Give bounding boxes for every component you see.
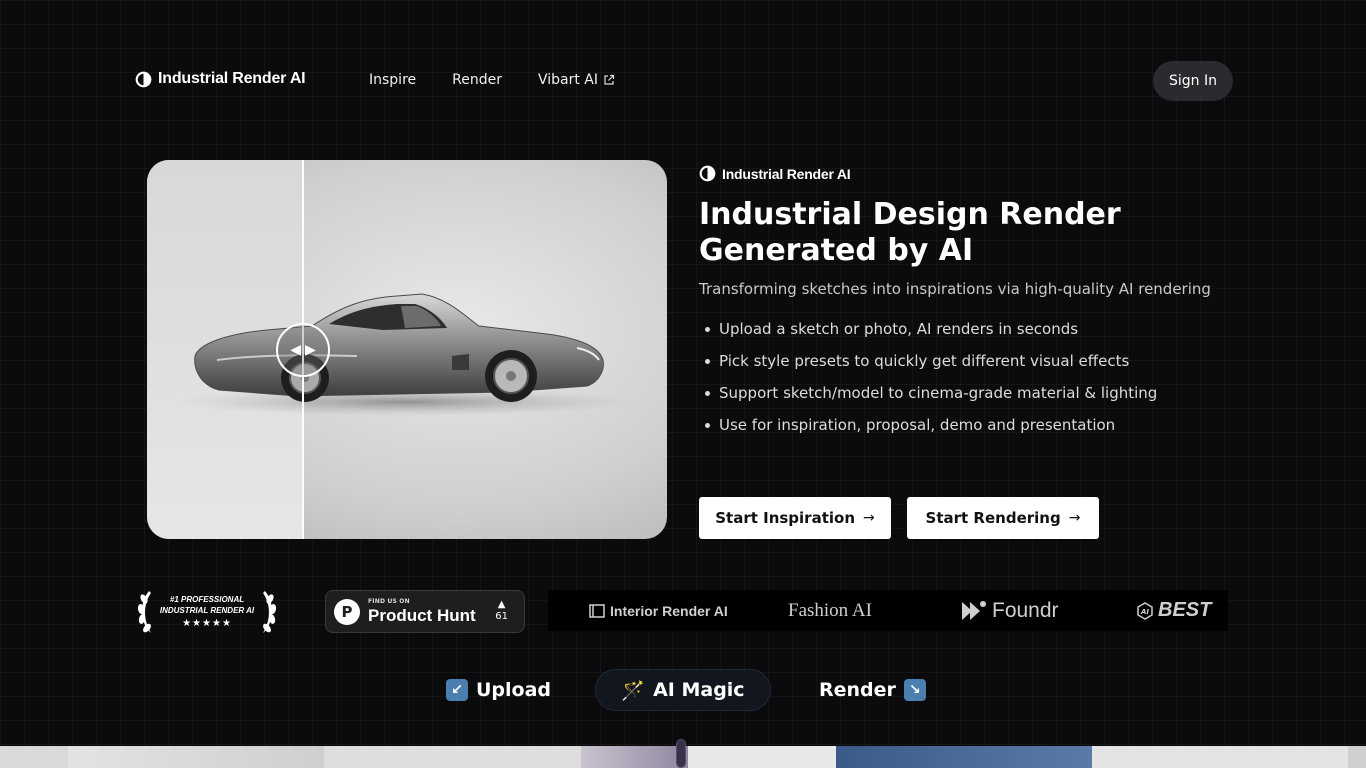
gallery-thumb[interactable] [324, 746, 581, 768]
partner-logos: Interior Render AI Fashion AI Foundr AI … [548, 590, 1228, 631]
feature-item: Upload a sketch or photo, AI renders in … [704, 320, 1157, 352]
arrow-down-left-icon: ↙ [446, 679, 468, 701]
gallery-thumb[interactable] [1092, 746, 1348, 768]
arrow-down-right-icon: ↘ [903, 679, 926, 701]
laurel-right-icon [263, 591, 277, 633]
gallery-thumb[interactable] [1348, 746, 1366, 768]
foundr-logo[interactable]: Foundr [960, 599, 1059, 623]
gallery-thumb[interactable] [0, 746, 68, 768]
step-render[interactable]: Render ↘ [819, 669, 926, 711]
interior-logo-icon [589, 603, 605, 618]
best-logo-icon: AI [1137, 601, 1153, 620]
producthunt-name: Product Hunt [368, 606, 476, 625]
producthunt-logo-icon: P [334, 598, 360, 625]
step-upload[interactable]: ↙ Upload [446, 669, 551, 711]
external-link-icon [604, 74, 615, 85]
arrow-right-icon: → [863, 510, 875, 526]
foundr-logo-icon [962, 600, 986, 620]
start-rendering-button[interactable]: Start Rendering → [907, 497, 1099, 539]
svg-text:AI: AI [1140, 608, 1149, 616]
compare-handle[interactable]: ◀ ▶ [276, 323, 330, 377]
sign-in-button[interactable]: Sign In [1153, 61, 1233, 101]
step-upload-label: Upload [476, 679, 552, 701]
fashion-logo-text: Fashion AI [788, 599, 872, 621]
fashion-ai-logo[interactable]: Fashion AI [788, 600, 872, 622]
producthunt-badge[interactable]: P FIND US ON Product Hunt ▲ 61 [325, 590, 525, 633]
hero-brand-name: Industrial Render AI [722, 165, 851, 182]
hero-brand: Industrial Render AI [699, 165, 851, 182]
brand-mark-icon [699, 165, 716, 182]
hero-subtitle: Transforming sketches into inspirations … [699, 280, 1211, 298]
gallery-thumb[interactable] [688, 746, 836, 768]
award-line1: #1 PROFESSIONAL [170, 595, 244, 604]
upvote-number: 61 [495, 611, 508, 622]
step-magic-label: AI Magic [653, 679, 745, 701]
before-after-slider[interactable]: ◀ ▶ [147, 160, 667, 539]
upvote-count: ▲ 61 [495, 599, 508, 623]
start-inspiration-button[interactable]: Start Inspiration → [699, 497, 891, 539]
nav-vibart-label: Vibart AI [537, 72, 599, 88]
producthunt-small-text: FIND US ON [368, 598, 410, 605]
start-inspiration-label: Start Inspiration [715, 509, 856, 527]
start-rendering-label: Start Rendering [925, 509, 1061, 527]
best-ai-logo[interactable]: AI BEST [1136, 599, 1211, 622]
car-render-image [177, 293, 637, 416]
feature-list: Upload a sketch or photo, AI renders in … [704, 320, 1157, 448]
main-nav: Inspire Render Vibart AI [369, 72, 615, 88]
magic-wand-icon: 🪄 [621, 679, 646, 702]
feature-item: Use for inspiration, proposal, demo and … [704, 416, 1157, 448]
nav-render[interactable]: Render [452, 72, 502, 88]
badges-row: #1 PROFESSIONAL INDUSTRIAL RENDER AI ★★★… [135, 585, 1230, 637]
brand-logo[interactable]: Industrial Render AI [135, 70, 306, 88]
award-stars: ★★★★★ [182, 618, 232, 629]
scroll-indicator[interactable] [676, 739, 686, 768]
brand-name: Industrial Render AI [158, 70, 306, 87]
nav-vibart-ai[interactable]: Vibart AI [538, 72, 615, 88]
award-badge[interactable]: #1 PROFESSIONAL INDUSTRIAL RENDER AI ★★★… [135, 585, 279, 637]
laurel-left-icon [137, 591, 151, 633]
interior-render-ai-logo[interactable]: Interior Render AI [588, 602, 728, 620]
brand-mark-icon [135, 71, 152, 87]
feature-item: Support sketch/model to cinema-grade mat… [704, 384, 1157, 416]
gallery-thumb[interactable] [68, 746, 324, 768]
page-title: Industrial Design Render Generated by AI [699, 197, 1121, 268]
foundr-logo-text: Foundr [992, 598, 1059, 622]
arrow-left-icon: ◀ [290, 342, 301, 358]
arrow-right-icon: ▶ [305, 342, 316, 358]
step-render-label: Render [819, 679, 896, 701]
process-steps: ↙ Upload 🪄 AI Magic Render ↘ [0, 669, 1366, 711]
gallery-thumb[interactable] [581, 746, 688, 768]
arrow-right-icon: → [1068, 510, 1081, 526]
nav-inspire[interactable]: Inspire [369, 72, 416, 88]
gallery-thumb[interactable] [836, 746, 1092, 768]
step-ai-magic[interactable]: 🪄 AI Magic [595, 669, 771, 711]
upvote-arrow-icon: ▲ [497, 599, 506, 610]
interior-logo-text: Interior Render AI [610, 602, 728, 619]
feature-item: Pick style presets to quickly get differ… [704, 352, 1157, 384]
best-logo-text: BEST [1158, 599, 1212, 621]
award-line2: INDUSTRIAL RENDER AI [160, 606, 255, 615]
